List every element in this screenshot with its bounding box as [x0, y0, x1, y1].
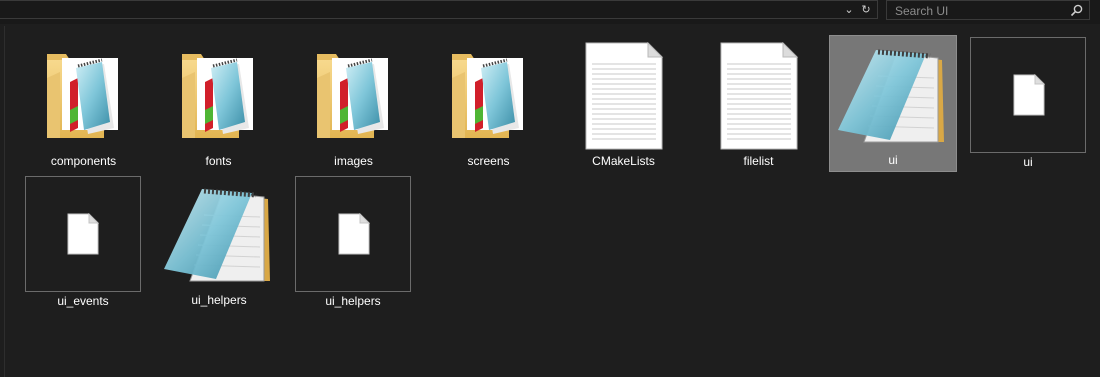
blank-file-icon: [338, 213, 370, 255]
search-placeholder: Search UI: [895, 4, 949, 18]
file-label: fonts: [205, 154, 232, 168]
blank-file-icon: [67, 213, 99, 255]
file-label: CMakeLists: [592, 154, 655, 168]
folder-icon: [452, 54, 523, 138]
search-input[interactable]: Search UI: [886, 0, 1090, 20]
folder-icon: [47, 54, 118, 138]
text-document-icon: [720, 42, 799, 150]
notepad-icon: [838, 49, 944, 143]
file-label: ui: [1023, 155, 1033, 169]
search-icon[interactable]: [1070, 4, 1083, 17]
file-item[interactable]: fonts: [160, 37, 277, 173]
pane-divider: [4, 26, 5, 377]
file-item[interactable]: CMakeLists: [565, 37, 682, 173]
folder-icon: [317, 54, 388, 138]
file-item[interactable]: ui_helpers: [155, 176, 283, 312]
file-label: images: [334, 154, 373, 168]
file-item-selected[interactable]: ui: [829, 35, 957, 172]
file-item[interactable]: filelist: [700, 37, 817, 173]
file-label: ui_events: [57, 294, 109, 308]
address-bar[interactable]: ⌄ ↻: [0, 0, 878, 19]
notepad-icon: [164, 188, 270, 282]
file-item[interactable]: ui_events: [25, 176, 141, 308]
file-item[interactable]: ui: [970, 37, 1086, 169]
refresh-icon[interactable]: ↻: [859, 3, 873, 17]
file-item[interactable]: ui_helpers: [295, 176, 411, 308]
text-document-icon: [585, 42, 664, 150]
blank-file-icon: [1013, 74, 1045, 116]
file-item[interactable]: screens: [430, 37, 547, 173]
top-bar: ⌄ ↻ Search UI: [0, 0, 1100, 24]
file-label: filelist: [743, 154, 774, 168]
folder-icon: [182, 54, 253, 138]
file-item[interactable]: images: [295, 37, 412, 173]
file-label: ui_helpers: [191, 293, 247, 307]
file-label: ui: [888, 153, 898, 167]
file-item[interactable]: components: [25, 37, 142, 173]
chevron-down-icon[interactable]: ⌄: [842, 3, 856, 17]
file-label: ui_helpers: [325, 294, 381, 308]
file-label: components: [50, 154, 117, 168]
file-label: screens: [467, 154, 510, 168]
